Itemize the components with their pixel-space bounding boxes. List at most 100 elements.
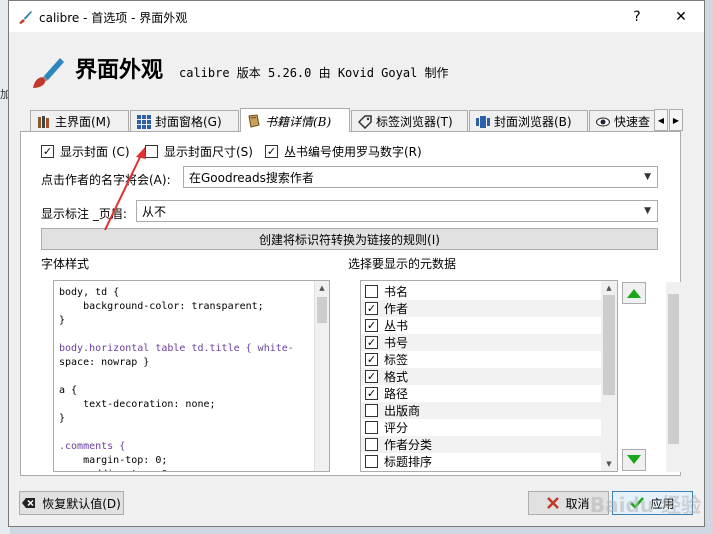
show-cover-size-option[interactable]: 显示封面尺寸(S) <box>145 143 253 160</box>
metadata-list-scrollbar[interactable]: ▲ ▼ <box>601 281 617 471</box>
css-editor-scrollbar[interactable]: ▲ <box>314 281 329 471</box>
css-line <box>59 328 314 342</box>
metadata-item-label: 作者分类 <box>384 438 433 452</box>
metadata-item[interactable]: 评分 <box>361 419 602 436</box>
scroll-down-icon[interactable]: ▼ <box>601 457 617 471</box>
metadata-item-checkbox[interactable]: ✓ <box>365 302 378 315</box>
font-style-label: 字体样式 <box>41 257 90 271</box>
metadata-item-checkbox[interactable]: ✓ <box>365 319 378 332</box>
watermark: Baidu 经验 <box>589 493 701 517</box>
tab-scroll-right-button[interactable]: ▶ <box>669 109 683 131</box>
metadata-item[interactable]: ✓ 丛书 <box>361 317 602 334</box>
restore-defaults-label: 恢复默认值(D) <box>42 496 121 511</box>
metadata-item-checkbox[interactable]: ✓ <box>365 353 378 366</box>
metadata-item-label: 丛书 <box>384 319 409 333</box>
metadata-item-label: 标题排序 <box>384 455 433 469</box>
metadata-item-label: 作者 <box>384 302 409 316</box>
show-cover-checkbox[interactable]: ✓ <box>41 145 54 158</box>
css-line: .comments { <box>59 441 126 452</box>
calibre-brush-icon <box>19 11 32 24</box>
metadata-item-label: 书名 <box>384 285 409 299</box>
show-cover-size-label: 显示封面尺寸(S) <box>164 145 253 159</box>
move-down-button[interactable] <box>622 449 646 471</box>
metadata-label: 选择要显示的元数据 <box>348 257 457 271</box>
scrollbar-thumb[interactable] <box>668 294 679 444</box>
arrow-down-icon <box>627 455 641 464</box>
author-click-value: 在Goodreads搜索作者 <box>189 170 314 185</box>
tab-scroll-left-button[interactable]: ◀ <box>654 109 668 131</box>
metadata-item-checkbox[interactable]: ✓ <box>365 387 378 400</box>
css-line: background-color: transparent; <box>59 301 264 312</box>
move-up-button[interactable] <box>622 282 646 304</box>
scrollbar-thumb[interactable] <box>603 295 615 395</box>
roman-numerals-option[interactable]: ✓ 丛书编号使用罗马数字(R) <box>265 143 422 160</box>
title-bar: calibre - 首选项 - 界面外观 ? ✕ <box>9 1 704 32</box>
help-button[interactable]: ? <box>614 1 660 32</box>
metadata-item[interactable]: ✓ 格式 <box>361 368 602 385</box>
metadata-item[interactable]: 书名 <box>361 283 602 300</box>
metadata-item-checkbox[interactable] <box>365 285 378 298</box>
cancel-label: 取消 <box>565 496 590 511</box>
css-line: space: nowrap } <box>59 357 150 368</box>
metadata-item-checkbox[interactable]: ✓ <box>365 370 378 383</box>
metadata-item-label: 评分 <box>384 421 409 435</box>
css-line: } <box>59 315 66 326</box>
panel-scrollbar[interactable] <box>666 282 681 472</box>
metadata-item-label: 路径 <box>384 387 409 401</box>
paintbrush-icon <box>33 58 64 88</box>
grid-icon <box>137 114 151 129</box>
metadata-item[interactable]: ✓ 作者 <box>361 300 602 317</box>
metadata-item[interactable]: 标题排序 <box>361 453 602 470</box>
metadata-item-checkbox[interactable] <box>365 438 378 451</box>
tab-tag-browser[interactable]: 标签浏览器(T) <box>351 110 468 132</box>
metadata-item-checkbox[interactable] <box>365 421 378 434</box>
metadata-item[interactable]: ✓ 书号 <box>361 334 602 351</box>
css-line: body, td { <box>59 287 120 298</box>
page-title: 界面外观 <box>75 58 164 83</box>
metadata-item-label: 出版商 <box>384 404 421 418</box>
css-line <box>59 370 314 384</box>
clear-icon <box>22 498 36 508</box>
metadata-item-label: 格式 <box>384 370 409 384</box>
bookshelf-icon <box>38 115 49 128</box>
page-header: 界面外观 calibre 版本 5.26.0 由 Kovid Goyal 制作 <box>9 32 704 104</box>
restore-defaults-button[interactable]: 恢复默认值(D) <box>19 491 124 515</box>
roman-numerals-checkbox[interactable]: ✓ <box>265 145 278 158</box>
close-button[interactable]: ✕ <box>658 1 704 32</box>
chevron-down-icon: ▼ <box>644 172 651 182</box>
author-click-dropdown[interactable]: 在Goodreads搜索作者 ▼ <box>183 166 658 188</box>
cancel-x-icon <box>547 497 560 509</box>
metadata-item-checkbox[interactable] <box>365 455 378 468</box>
tab-bar: 主界面(M) 封面窗格(G) 书籍详情(B) 标签浏览器(T) 封面浏览器(B)… <box>20 108 666 132</box>
tab-book-details[interactable]: 书籍详情(B) <box>240 108 350 132</box>
css-line: body.horizontal table td.title { white- <box>59 343 294 354</box>
css-line <box>59 426 314 440</box>
arrow-up-icon <box>627 289 641 298</box>
annotation-arrow-icon <box>104 147 146 231</box>
metadata-item[interactable]: 作者分类 <box>361 436 602 453</box>
version-text: calibre 版本 5.26.0 由 Kovid Goyal 制作 <box>179 66 449 80</box>
metadata-item[interactable]: ✓ 标签 <box>361 351 602 368</box>
show-notes-dropdown[interactable]: 从不 ▼ <box>136 200 658 222</box>
css-editor-content[interactable]: body, td { background-color: transparent… <box>59 286 314 471</box>
css-line: padding-top: 0; <box>59 468 314 471</box>
book-details-icon <box>248 114 260 128</box>
eye-icon <box>596 117 610 126</box>
metadata-item[interactable]: 出版商 <box>361 402 602 419</box>
tab-cover-browser[interactable]: 封面浏览器(B) <box>469 110 588 132</box>
tab-main-interface[interactable]: 主界面(M) <box>30 110 129 132</box>
metadata-item-label: 标签 <box>384 353 409 367</box>
metadata-list: 书名 ✓ 作者 ✓ 丛书 ✓ 书号 ✓ 标签 ✓ 格式 ✓ 路径 出版商 评分 作者分类 标题排序 ▲ ▼ <box>360 280 618 472</box>
tab-cover-grid[interactable]: 封面窗格(G) <box>130 110 239 132</box>
metadata-item-checkbox[interactable]: ✓ <box>365 336 378 349</box>
metadata-item[interactable]: ✓ 路径 <box>361 385 602 402</box>
roman-numerals-label: 丛书编号使用罗马数字(R) <box>284 145 422 159</box>
scroll-up-icon[interactable]: ▲ <box>601 281 617 295</box>
css-editor[interactable]: body, td { background-color: transparent… <box>53 280 330 472</box>
scroll-up-icon[interactable]: ▲ <box>315 281 329 295</box>
scrollbar-thumb[interactable] <box>317 297 327 323</box>
metadata-item-checkbox[interactable] <box>365 404 378 417</box>
css-line: text-decoration: none; <box>59 399 216 410</box>
css-line: } <box>59 413 66 424</box>
chevron-down-icon: ▼ <box>644 206 651 216</box>
